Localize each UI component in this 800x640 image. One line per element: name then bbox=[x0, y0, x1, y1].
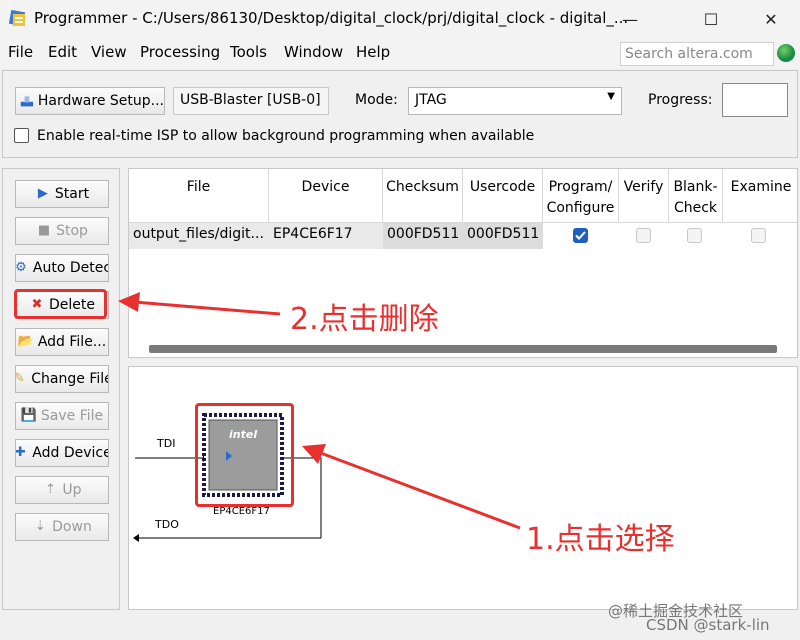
header-usercode-label: Usercode bbox=[469, 179, 536, 195]
menu-tools[interactable]: Tools bbox=[230, 43, 267, 61]
progress-label: Progress: bbox=[648, 92, 713, 108]
header-examine-label: Examine bbox=[730, 179, 792, 195]
auto-detect-button[interactable]: ⚙ Auto Detec bbox=[15, 254, 109, 282]
cell-file: output_files/digit... bbox=[129, 223, 269, 249]
add-device-icon: ✚ bbox=[15, 445, 26, 460]
auto-detect-label: Auto Detec bbox=[32, 260, 109, 276]
add-file-label: Add File... bbox=[37, 334, 107, 350]
blank-check-checkbox[interactable] bbox=[687, 228, 702, 243]
cell-checksum: 000FD511 bbox=[383, 223, 463, 249]
add-device-button[interactable]: ✚ Add Device bbox=[15, 439, 109, 467]
menu-edit[interactable]: Edit bbox=[48, 43, 77, 61]
isp-checkbox[interactable] bbox=[14, 128, 29, 143]
programming-file-table: File Device Checksum Usercode Program/ C… bbox=[128, 168, 798, 358]
change-file-button[interactable]: ✎ Change File bbox=[15, 365, 109, 393]
search-input[interactable]: Search altera.com bbox=[620, 42, 774, 66]
delete-highlight-box bbox=[14, 289, 107, 319]
menu-file[interactable]: File bbox=[8, 43, 33, 61]
examine-checkbox[interactable] bbox=[751, 228, 766, 243]
select-annotation: 1.点击选择 bbox=[526, 522, 675, 557]
programmer-app-icon bbox=[8, 9, 26, 27]
cell-usercode: 000FD511 bbox=[463, 223, 543, 249]
close-button[interactable]: ✕ bbox=[744, 0, 798, 38]
hardware-panel: Hardware Setup... USB-Blaster [USB-0] Mo… bbox=[2, 70, 798, 158]
save-file-label: Save File bbox=[40, 408, 104, 424]
stop-button[interactable]: ■ Stop bbox=[15, 217, 109, 245]
action-button-column: ▶ Start ■ Stop ⚙ Auto Detec ✖ Delete 📂 A… bbox=[2, 168, 120, 610]
menu-processing[interactable]: Processing bbox=[140, 43, 220, 61]
column-header-program-configure[interactable]: Program/ Configure bbox=[543, 169, 619, 223]
header-device-label: Device bbox=[301, 179, 350, 195]
isp-label: Enable real-time ISP to allow background… bbox=[37, 128, 535, 144]
mode-select[interactable]: JTAG ▼ bbox=[408, 87, 622, 115]
hardware-setup-label: Hardware Setup... bbox=[37, 93, 164, 109]
hardware-field: USB-Blaster [USB-0] bbox=[173, 87, 329, 115]
cell-device: EP4CE6F17 bbox=[269, 223, 383, 249]
arrow-down-icon: ⇣ bbox=[34, 519, 46, 534]
globe-icon[interactable] bbox=[777, 44, 795, 62]
verify-checkbox[interactable] bbox=[636, 228, 651, 243]
stop-label: Stop bbox=[56, 223, 88, 239]
up-label: Up bbox=[62, 482, 82, 498]
checkmark-icon bbox=[575, 231, 586, 240]
header-configure-label: Configure bbox=[546, 200, 615, 216]
header-blank-label: Blank- bbox=[673, 179, 718, 195]
progress-bar bbox=[722, 83, 788, 117]
header-verify-label: Verify bbox=[623, 179, 664, 195]
column-header-device[interactable]: Device bbox=[269, 169, 383, 223]
stop-icon: ■ bbox=[37, 223, 51, 238]
chip-highlight-box bbox=[195, 403, 294, 507]
header-program-label: Program/ bbox=[548, 179, 613, 195]
header-check-label: Check bbox=[673, 200, 718, 216]
column-header-blank-check[interactable]: Blank- Check bbox=[669, 169, 723, 223]
minimize-icon: — bbox=[622, 9, 638, 29]
chip-device-label: EP4CE6F17 bbox=[213, 506, 270, 517]
close-icon: ✕ bbox=[764, 9, 778, 29]
hardware-setup-button[interactable]: Hardware Setup... bbox=[15, 87, 165, 115]
tdo-arrow bbox=[133, 534, 139, 542]
save-icon: 💾 bbox=[20, 408, 38, 423]
column-header-examine[interactable]: Examine bbox=[723, 169, 797, 223]
start-icon: ▶ bbox=[37, 186, 48, 201]
auto-detect-icon: ⚙ bbox=[15, 260, 27, 275]
maximize-icon: ☐ bbox=[703, 9, 719, 29]
add-file-button[interactable]: 📂 Add File... bbox=[15, 328, 109, 356]
header-file-label: File bbox=[186, 179, 211, 195]
down-label: Down bbox=[52, 519, 92, 535]
change-file-icon: ✎ bbox=[16, 371, 27, 387]
down-button[interactable]: ⇣ Down bbox=[15, 513, 109, 541]
chevron-down-icon: ▼ bbox=[607, 91, 615, 102]
window-title: Programmer - C:/Users/86130/Desktop/digi… bbox=[34, 9, 629, 27]
folder-icon: 📂 bbox=[17, 334, 35, 349]
save-file-button[interactable]: 💾 Save File bbox=[15, 402, 109, 430]
tdo-label: TDO bbox=[155, 518, 179, 531]
arrow-up-icon: ⇡ bbox=[44, 482, 56, 497]
start-button[interactable]: ▶ Start bbox=[15, 180, 109, 208]
up-button[interactable]: ⇡ Up bbox=[15, 476, 109, 504]
start-label: Start bbox=[54, 186, 90, 202]
hardware-icon bbox=[20, 96, 34, 107]
delete-annotation: 2.点击删除 bbox=[290, 302, 439, 337]
mode-value: JTAG bbox=[415, 92, 447, 108]
change-file-label: Change File bbox=[31, 371, 109, 387]
watermark-csdn: CSDN @stark-lin bbox=[646, 616, 770, 634]
column-header-checksum[interactable]: Checksum bbox=[383, 169, 463, 223]
tdi-label: TDI bbox=[157, 437, 176, 450]
title-bar: Programmer - C:/Users/86130/Desktop/digi… bbox=[0, 0, 800, 38]
maximize-button[interactable]: ☐ bbox=[684, 0, 738, 38]
header-checksum-label: Checksum bbox=[386, 179, 459, 195]
mode-label: Mode: bbox=[355, 92, 398, 108]
add-device-label: Add Device bbox=[32, 445, 109, 461]
menu-window[interactable]: Window bbox=[284, 43, 343, 61]
column-header-file[interactable]: File bbox=[129, 169, 269, 223]
column-header-usercode[interactable]: Usercode bbox=[463, 169, 543, 223]
horizontal-scrollbar[interactable] bbox=[149, 345, 777, 353]
menu-help[interactable]: Help bbox=[356, 43, 390, 61]
column-header-verify[interactable]: Verify bbox=[619, 169, 669, 223]
program-configure-checkbox[interactable] bbox=[573, 228, 588, 243]
minimize-button[interactable]: — bbox=[603, 0, 657, 38]
menu-view[interactable]: View bbox=[91, 43, 127, 61]
